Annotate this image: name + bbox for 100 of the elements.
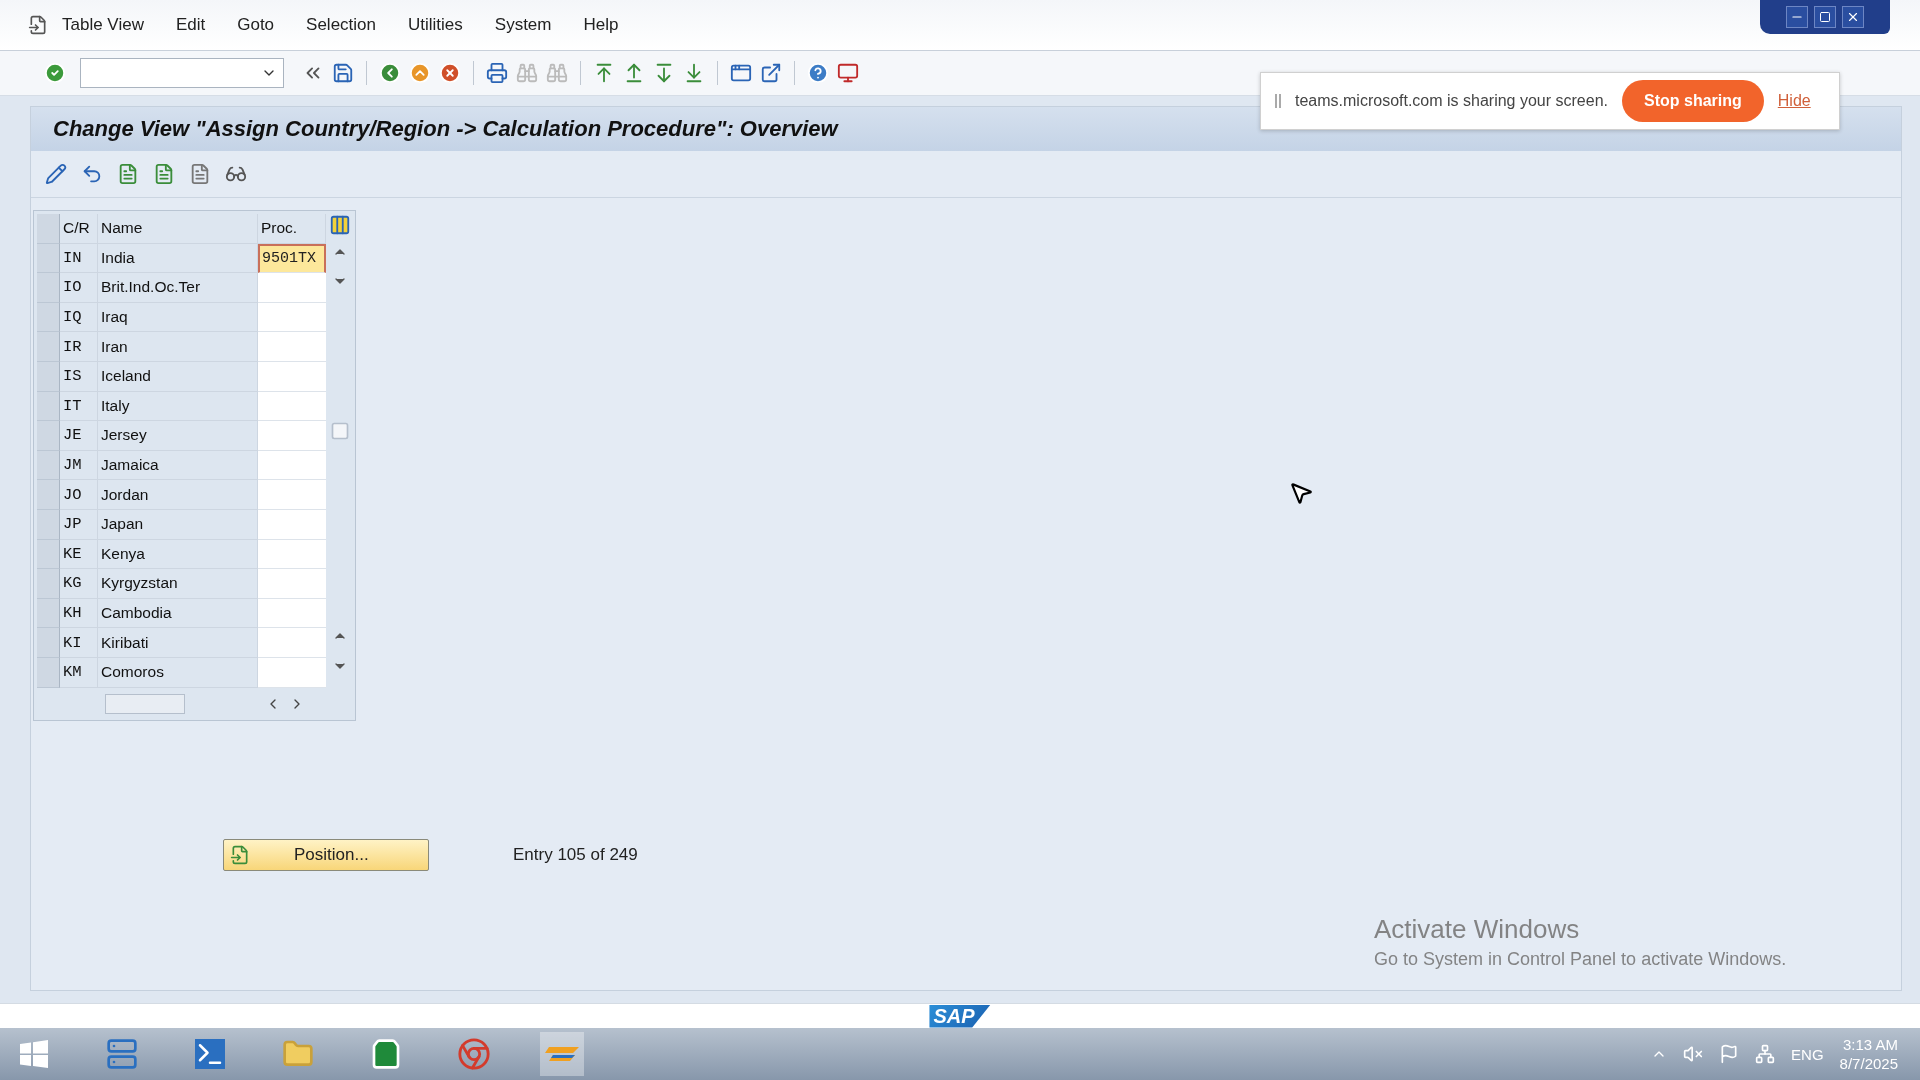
table-cell: JO <box>60 480 98 510</box>
row-selector[interactable] <box>37 539 60 570</box>
minimize-button[interactable] <box>1786 6 1808 28</box>
input-field[interactable] <box>258 273 326 303</box>
exit-icon[interactable] <box>409 62 431 84</box>
menu-item[interactable]: Help <box>583 15 619 35</box>
help-icon[interactable] <box>807 62 829 84</box>
table-cell: KE <box>60 539 98 570</box>
row-selector[interactable] <box>37 450 60 481</box>
row-selector[interactable] <box>37 421 60 451</box>
table-cell: India <box>98 243 258 274</box>
find-next-icon[interactable] <box>546 62 568 84</box>
close-button[interactable] <box>1842 6 1864 28</box>
row-selector[interactable] <box>37 391 60 422</box>
flag-icon[interactable] <box>1719 1044 1740 1064</box>
table-cell: Jamaica <box>98 450 258 481</box>
select-all-corner[interactable] <box>37 214 60 244</box>
table-cell: Iraq <box>98 302 258 333</box>
input-field[interactable] <box>258 480 326 510</box>
maximize-icon <box>1819 11 1831 23</box>
input-field[interactable] <box>258 302 326 333</box>
print-icon[interactable] <box>486 62 508 84</box>
column-header[interactable]: Name <box>98 214 258 244</box>
table-cell: Kenya <box>98 539 258 570</box>
input-field[interactable] <box>258 539 326 570</box>
position-button[interactable]: Position... <box>223 838 429 871</box>
row-selector[interactable] <box>37 509 60 540</box>
row-selector[interactable] <box>37 361 60 392</box>
table-cell: JM <box>60 450 98 481</box>
entry-count: Entry 105 of 249 <box>513 844 638 865</box>
row-selector[interactable] <box>37 302 60 333</box>
volume-icon[interactable] <box>1683 1044 1704 1064</box>
menu-item[interactable]: Utilities <box>408 15 463 35</box>
input-field[interactable] <box>258 569 326 599</box>
new-session-icon[interactable] <box>730 62 752 84</box>
cancel-icon[interactable] <box>439 62 461 84</box>
table-cell: IQ <box>60 302 98 333</box>
menu-item[interactable]: Goto <box>237 15 275 35</box>
maximize-button[interactable] <box>1814 6 1836 28</box>
column-header[interactable]: Proc. <box>258 214 326 244</box>
row-selector[interactable] <box>37 598 60 629</box>
table-cell: Italy <box>98 391 258 422</box>
table-cell: JP <box>60 509 98 540</box>
menu-item[interactable]: Table View <box>62 15 144 35</box>
table-cell: Kyrgyzstan <box>98 569 258 599</box>
drag-handle-icon[interactable] <box>1275 94 1281 108</box>
table-cell: Iran <box>98 332 258 362</box>
input-field[interactable] <box>258 332 326 362</box>
scroll-thumb[interactable] <box>105 693 185 714</box>
sharing-message: teams.microsoft.com is sharing your screen. <box>1295 92 1608 110</box>
network-icon[interactable] <box>1755 1044 1776 1064</box>
mouse-pointer-icon <box>1288 480 1314 506</box>
table-cell: Comoros <box>98 657 258 688</box>
table-cell: IR <box>60 332 98 362</box>
menu-item[interactable]: System <box>494 15 552 35</box>
input-field[interactable] <box>258 509 326 540</box>
row-selector[interactable] <box>37 657 60 688</box>
menu-icon[interactable] <box>28 15 48 35</box>
column-header[interactable]: C/R <box>60 214 98 244</box>
display-change-icon[interactable] <box>45 163 67 185</box>
command-field[interactable] <box>80 58 284 88</box>
row-selector[interactable] <box>37 273 60 303</box>
row-selector[interactable] <box>37 628 60 658</box>
input-field[interactable] <box>258 391 326 422</box>
enter-icon[interactable] <box>44 62 66 84</box>
logo: SAP <box>929 1004 991 1028</box>
row-selector[interactable] <box>37 569 60 599</box>
activation-title: Activate Windows <box>1374 914 1581 945</box>
input-field[interactable] <box>258 450 326 481</box>
table-cell: KH <box>60 598 98 629</box>
table-cell: KM <box>60 657 98 688</box>
input-field[interactable] <box>258 598 326 629</box>
input-field[interactable]: 9501TX <box>258 243 326 274</box>
back-icon[interactable] <box>379 62 401 84</box>
scroll-thumb-icon[interactable] <box>330 421 350 442</box>
row-selector[interactable] <box>37 243 60 274</box>
hide-link[interactable]: Hide <box>1777 92 1811 110</box>
table-cell: Brit.Ind.Oc.Ter <box>98 273 258 303</box>
save-icon[interactable] <box>332 62 354 84</box>
input-field[interactable] <box>258 657 326 688</box>
input-field[interactable] <box>258 421 326 451</box>
table-cell: KI <box>60 628 98 658</box>
row-selector[interactable] <box>37 332 60 362</box>
table-cell: IS <box>60 361 98 392</box>
input-field[interactable] <box>258 628 326 658</box>
row-selector[interactable] <box>37 480 60 510</box>
table-cell: Jersey <box>98 421 258 451</box>
menu-item[interactable]: Selection <box>306 15 376 35</box>
table-cell: IN <box>60 243 98 274</box>
shortcut-icon[interactable] <box>760 62 782 84</box>
input-field[interactable] <box>258 361 326 392</box>
close-icon <box>1846 10 1860 24</box>
undo-icon[interactable] <box>81 163 103 185</box>
table-cell: Japan <box>98 509 258 540</box>
sap-logon-icon[interactable] <box>540 1032 584 1076</box>
menu-item[interactable]: Edit <box>175 15 206 35</box>
find-icon[interactable] <box>516 62 538 84</box>
activation-message: Go to System in Control Panel to activate Windows. <box>1374 949 1787 970</box>
table-cell: IO <box>60 273 98 303</box>
table-settings-icon[interactable] <box>329 214 351 236</box>
